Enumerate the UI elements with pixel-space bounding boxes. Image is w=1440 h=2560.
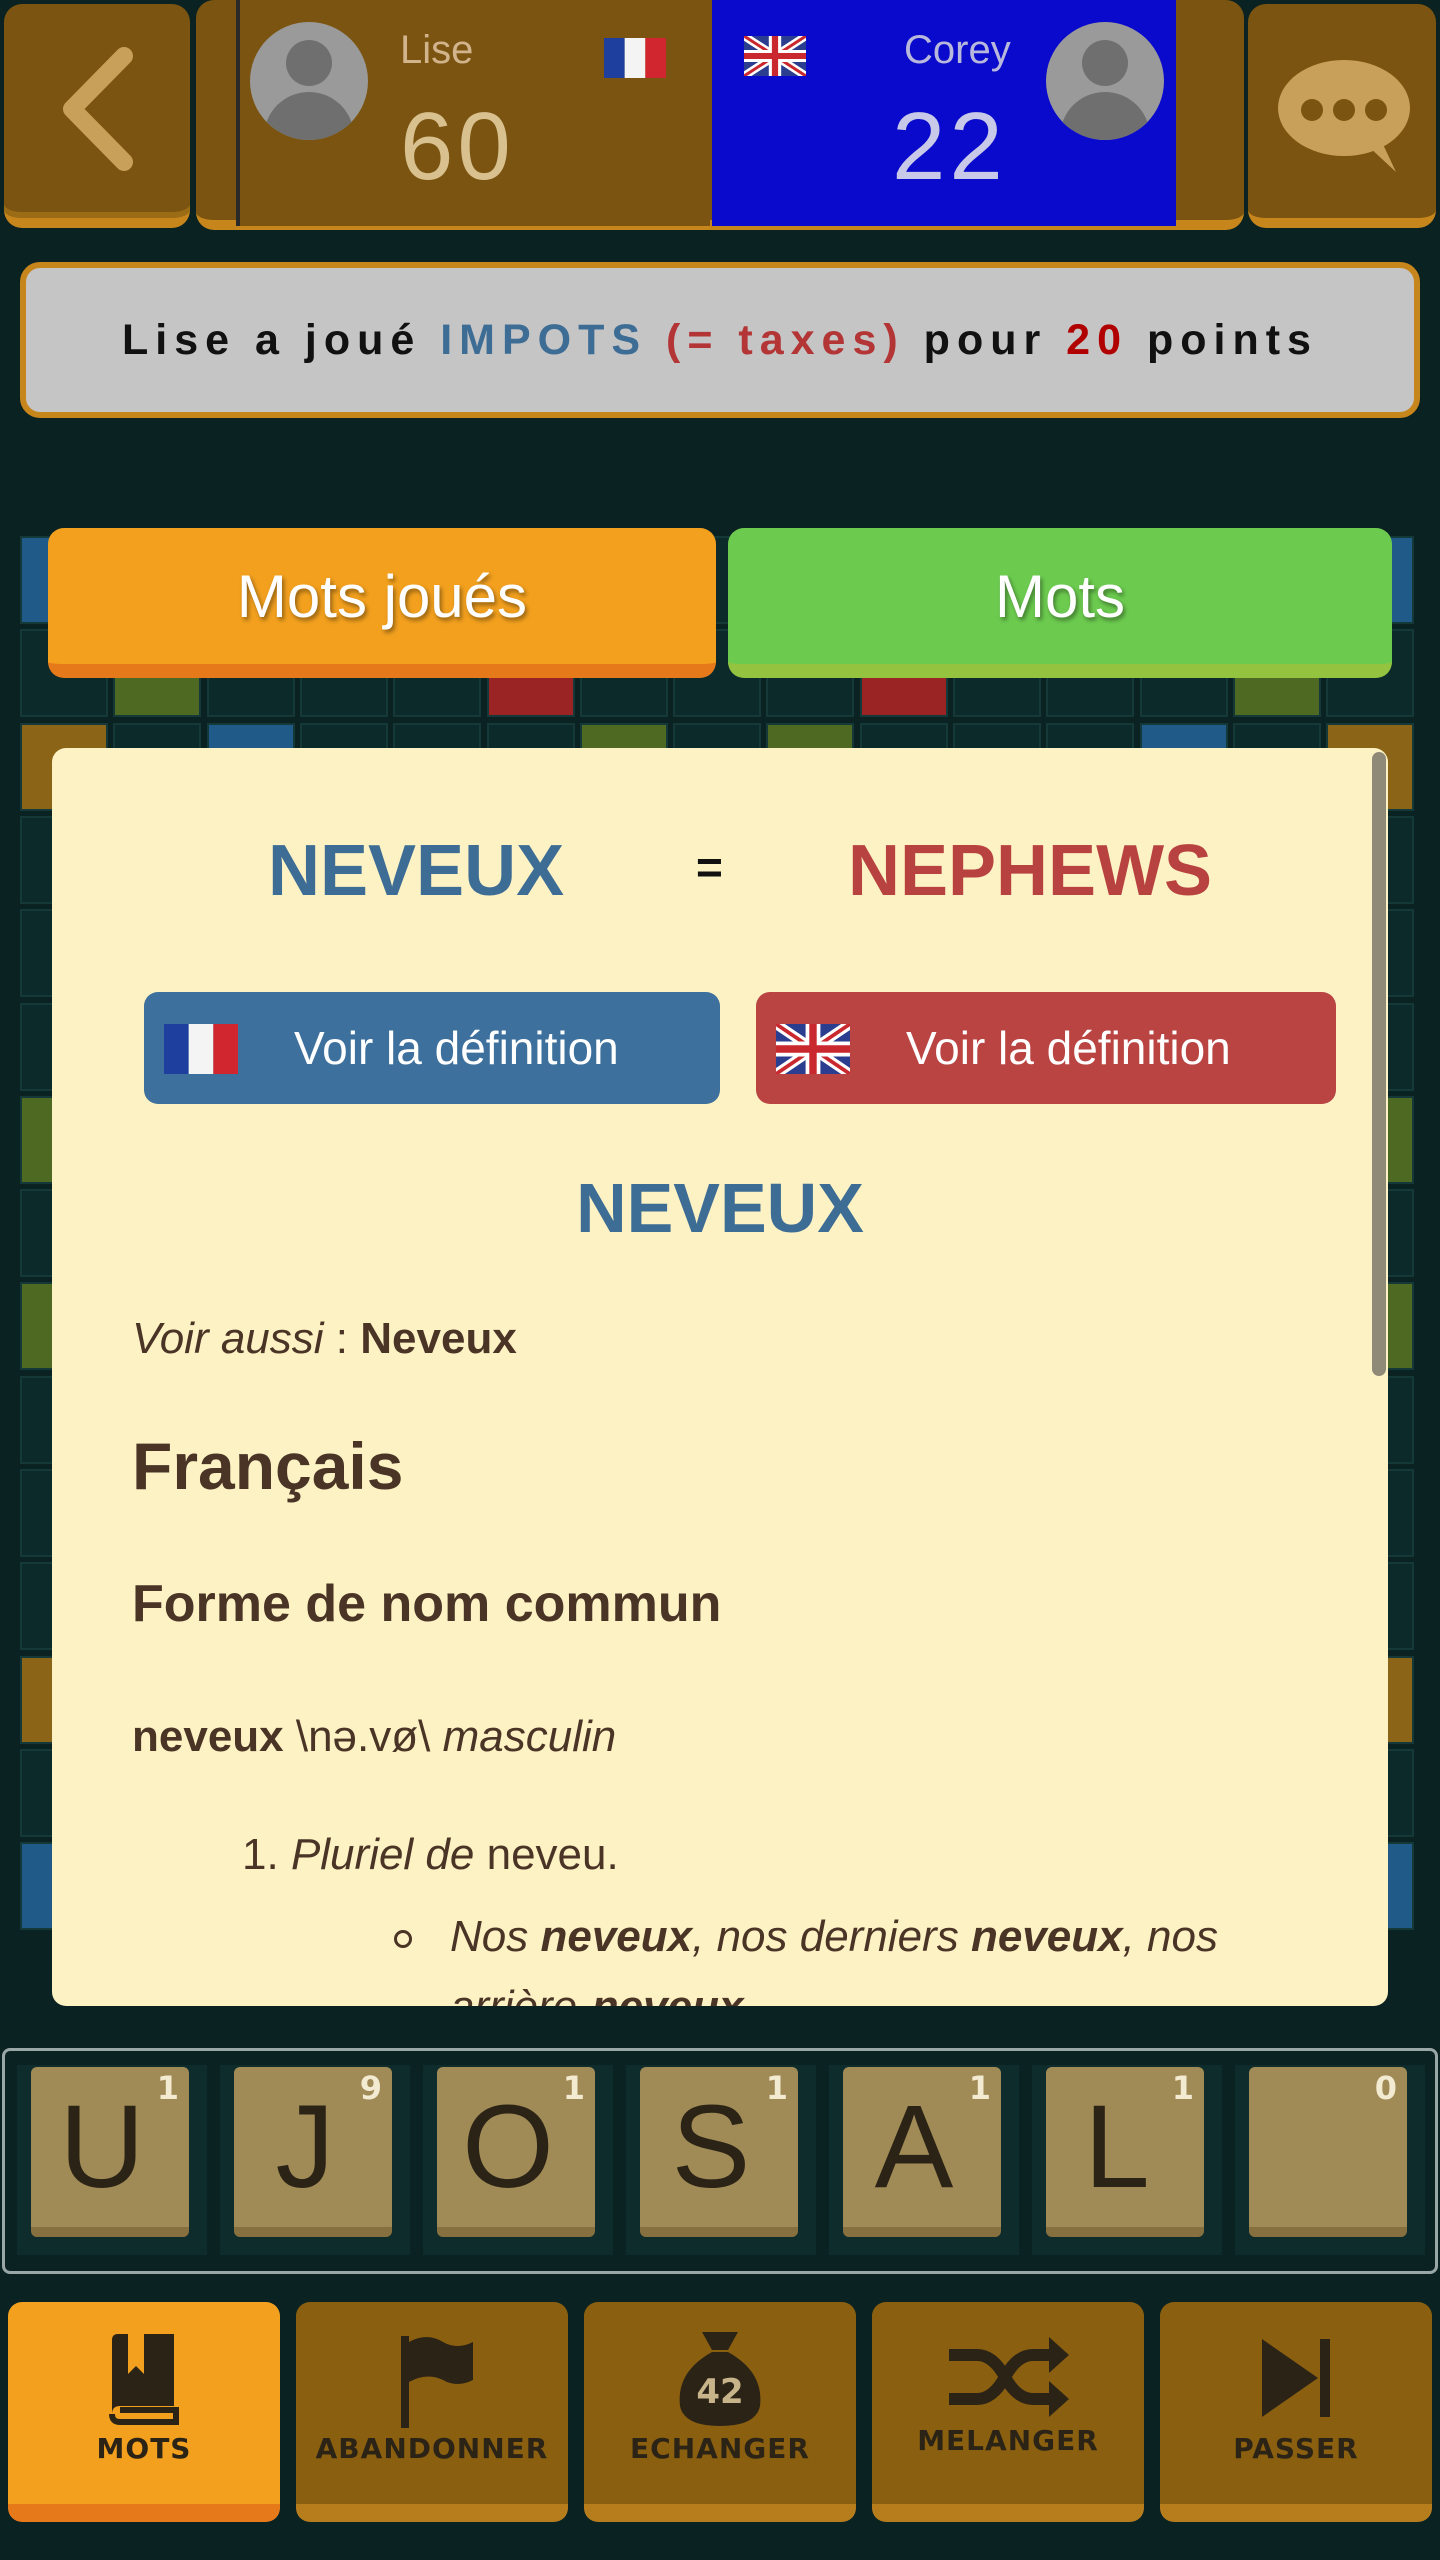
banner-points: 20 [1066,315,1129,364]
nav-pass-button[interactable]: PASSER [1160,2302,1432,2522]
entry-pronunciation: \nə.vø\ [283,1712,443,1761]
nav-exchange-button[interactable]: 42 ECHANGER [584,2302,856,2522]
nav-exchange-label: ECHANGER [630,2432,810,2465]
word-french: NEVEUX [268,831,565,911]
definition-french-button[interactable]: Voir la définition [144,992,720,1104]
tile-letter: A [874,2081,954,2213]
tile-points: 1 [765,2069,788,2107]
nav-shuffle-button[interactable]: MELANGER [872,2302,1144,2522]
word-english: NEPHEWS [848,831,1213,911]
example-highlight: neveux [592,1982,744,2006]
back-button[interactable] [4,4,190,228]
example-highlight: neveux [970,1912,1123,1961]
last-move-banner: Lise a joué IMPOTS (= taxes) pour 20 poi… [20,262,1420,418]
uk-flag-icon [776,1024,850,1074]
see-also-link[interactable]: Neveux [360,1314,517,1363]
sense-lead: Pluriel de [290,1830,475,1879]
bullet-icon [394,1930,412,1948]
example-text: Nos [450,1912,541,1961]
bag-count: 42 [696,2372,744,2412]
example-highlight: neveux [540,1912,693,1961]
example-text: . [743,1982,755,2006]
tile-letter: O [462,2081,554,2213]
sense-number: 1. [242,1830,279,1879]
tile-points: 1 [562,2069,585,2107]
tile-points: 1 [1171,2069,1194,2107]
see-also-label: Voir aussi [132,1314,324,1363]
definition-english-label: Voir la définition [906,1022,1231,1074]
player-score: 60 [400,93,515,200]
entry-line: neveux \nə.vø\ masculin [132,1712,616,1762]
sense-word: neveu. [474,1830,619,1879]
fr-flag-icon [604,38,666,78]
letter-tile[interactable]: J9 [234,2067,392,2237]
chat-bubble-icon [1278,60,1410,172]
tile-rack: U1J9O1S1A1L10 [2,2048,1438,2274]
entry-word: neveux [132,1712,284,1761]
tile-letter: J [275,2081,335,2213]
player-panel-corey: Corey 22 [712,0,1176,226]
tab-played-words[interactable]: Mots joués [48,528,716,678]
definition-french-label: Voir la définition [294,1022,619,1074]
sense-line: 1. Pluriel de neveu. [242,1830,619,1880]
avatar [1046,22,1164,140]
equals-sign: = [696,841,723,893]
see-also-separator: : [323,1314,361,1363]
language-heading: Français [132,1429,404,1503]
tile-letter: S [671,2081,751,2213]
letter-tile[interactable]: S1 [640,2067,798,2237]
banner-word: IMPOTS [440,315,648,364]
bag-icon: 42 [672,2328,768,2428]
tab-words[interactable]: Mots [728,528,1392,678]
banner-middle: pour [923,315,1048,364]
nav-abandon-label: ABANDONNER [315,2432,549,2465]
nav-words-label: MOTS [96,2432,192,2465]
see-also-line: Voir aussi : Neveux [132,1314,517,1364]
banner-suffix: points [1146,315,1318,364]
banner-prefix: Lise a joué [122,315,422,364]
tile-points: 1 [156,2069,179,2107]
player-name: Lise [400,28,474,72]
tile-letter: L [1084,2081,1150,2213]
book-icon [109,2334,179,2425]
definition-title: NEVEUX [576,1169,864,1247]
player-score: 22 [892,93,1007,200]
letter-tile[interactable]: 0 [1249,2067,1407,2237]
entry-gender: masculin [442,1712,617,1761]
nav-pass-label: PASSER [1233,2432,1359,2465]
tile-points: 0 [1374,2069,1397,2107]
player-panel-lise: Lise 60 [236,0,710,226]
tile-points: 9 [359,2069,382,2107]
letter-tile[interactable]: O1 [437,2067,595,2237]
example-line: Nos neveux, nos derniers neveux, nos arr… [450,1902,1330,2006]
letter-tile[interactable]: U1 [31,2067,189,2237]
shuffle-icon [949,2337,1069,2417]
nav-words-button[interactable]: MOTS [8,2302,280,2522]
flag-icon [401,2336,473,2428]
player-name: Corey [904,28,1011,72]
definition-english-button[interactable]: Voir la définition [756,992,1336,1104]
fr-flag-icon [164,1024,238,1074]
nav-shuffle-label: MELANGER [917,2424,1099,2457]
skip-icon [1262,2339,1330,2417]
letter-tile[interactable]: L1 [1046,2067,1204,2237]
uk-flag-icon [744,36,806,76]
letter-tile[interactable]: A1 [843,2067,1001,2237]
tile-letter: U [59,2081,145,2213]
avatar [250,22,368,140]
chevron-left-icon [63,47,133,171]
modal-scrollbar[interactable] [1372,752,1386,1376]
nav-abandon-button[interactable]: ABANDONNER [296,2302,568,2522]
tile-points: 1 [968,2069,991,2107]
banner-meaning: (= taxes) [666,315,905,364]
chat-button[interactable] [1248,4,1436,228]
example-text: , nos derniers [692,1912,971,1961]
word-definition-modal: NEVEUX = NEPHEWS Voir la définition Voir… [52,748,1388,2006]
form-heading: Forme de nom commun [132,1575,722,1633]
